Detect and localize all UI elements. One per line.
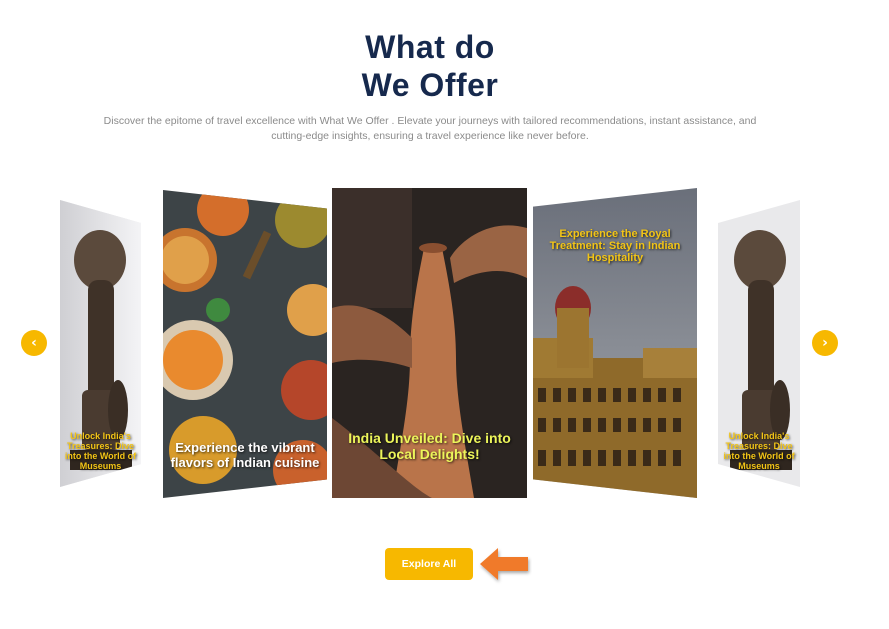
card-caption: Experience the vibrant flavors of Indian…: [170, 440, 320, 470]
chevron-left-icon: ‹: [31, 335, 37, 351]
card-caption: Experience the Royal Treatment: Stay in …: [549, 228, 681, 264]
chevron-right-icon: ›: [822, 335, 828, 351]
explore-all-button[interactable]: Explore All: [385, 548, 473, 580]
description-line2: cutting-edge insights, ensuring a travel…: [271, 130, 589, 142]
card-caption: Unlock India's Treasures: Dive into the …: [723, 431, 795, 471]
section-title-line2: We Offer: [361, 67, 499, 103]
carousel-card-cuisine[interactable]: Experience the vibrant flavors of Indian…: [163, 190, 327, 498]
carousel-card-hospitality[interactable]: Experience the Royal Treatment: Stay in …: [533, 188, 697, 498]
carousel-card-museums-left[interactable]: Unlock India's Treasures: Dive into the …: [60, 200, 141, 487]
carousel-card-museums-right[interactable]: Unlock India's Treasures: Dive into the …: [718, 200, 800, 487]
card-caption: India Unveiled: Dive into Local Delights…: [348, 430, 511, 462]
section-title: What do We Offer: [0, 28, 860, 104]
arrow-left-icon: [480, 548, 528, 580]
carousel-prev-button[interactable]: ‹: [21, 330, 47, 356]
section-description: Discover the epitome of travel excellenc…: [50, 114, 810, 144]
description-line1: Discover the epitome of travel excellenc…: [103, 115, 757, 127]
carousel-next-button[interactable]: ›: [812, 330, 838, 356]
section-title-line1: What do: [365, 29, 495, 65]
card-caption: Unlock India's Treasures: Dive into the …: [64, 431, 137, 471]
carousel-card-local-delights[interactable]: India Unveiled: Dive into Local Delights…: [332, 188, 527, 498]
